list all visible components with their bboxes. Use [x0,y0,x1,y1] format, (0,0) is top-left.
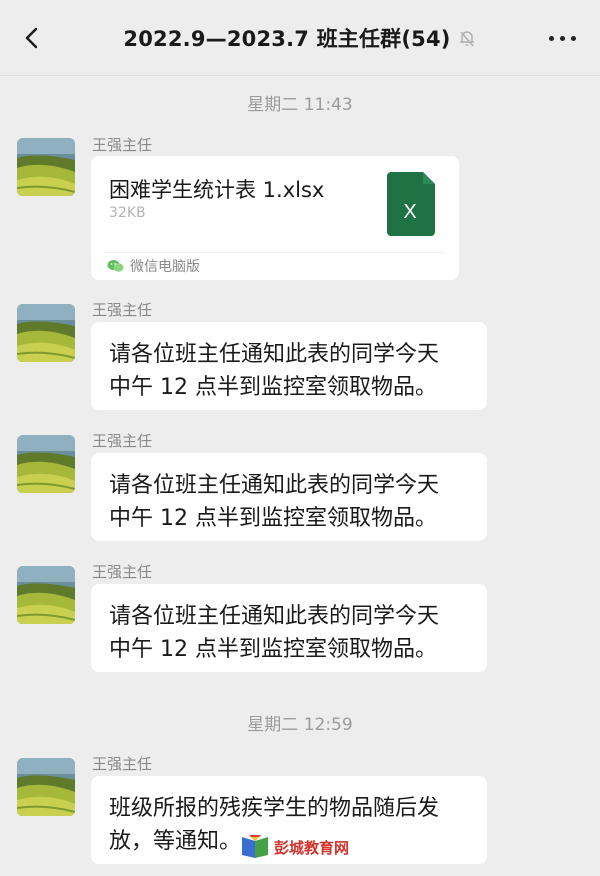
avatar[interactable] [17,435,75,493]
message-line: 请各位班主任通知此表的同学今天 [109,604,440,629]
chat-title: 2022.9—2023.7 班主任群(54) [123,26,451,51]
file-source-label: 微信电脑版 [130,259,200,275]
card-divider [105,252,445,253]
avatar[interactable] [17,138,75,196]
file-source: 微信电脑版 [107,256,200,276]
sender-name: 王强主任 [92,755,153,773]
sender-name: 王强主任 [92,301,153,319]
file-message-card[interactable]: 困难学生统计表 1.xlsx 32KB X 微信电脑版 [91,156,459,280]
sender-name: 王强主任 [92,432,153,450]
more-dots-icon[interactable] [549,36,576,41]
sender-name: 王强主任 [92,563,153,581]
message-line: 请各位班主任通知此表的同学今天 [109,342,440,367]
message-line: 中午 12 点半到监控室领取物品。 [109,375,437,400]
svg-text:X: X [403,201,416,223]
message-line: 请各位班主任通知此表的同学今天 [109,473,440,498]
sender-name: 王强主任 [92,136,153,154]
title-wrap: 2022.9—2023.7 班主任群(54) [123,23,476,53]
file-size: 32KB [109,205,146,221]
book-logo-icon [242,835,268,858]
watermark: 彭城教育网 [240,835,349,859]
timestamp: 星期二 12:59 [247,715,353,735]
message-line: 中午 12 点半到监控室领取物品。 [109,506,437,531]
timestamp: 星期二 11:43 [247,95,353,115]
chevron-left-icon[interactable] [22,27,44,49]
chat-header: 2022.9—2023.7 班主任群(54) [0,0,600,76]
avatar[interactable] [17,566,75,624]
excel-file-icon: X [387,172,435,236]
watermark-text: 彭城教育网 [274,838,350,857]
file-name: 困难学生统计表 1.xlsx [109,178,325,202]
avatar[interactable] [17,304,75,362]
message-line: 班级所报的残疾学生的物品随后发 [109,796,440,821]
bell-muted-icon [459,30,474,46]
wechat-logo-icon [107,260,124,272]
text-message-bubble[interactable]: 请各位班主任通知此表的同学今天 中午 12 点半到监控室领取物品。 [91,453,487,541]
text-message-bubble[interactable]: 请各位班主任通知此表的同学今天 中午 12 点半到监控室领取物品。 [91,322,487,410]
text-message-bubble[interactable]: 请各位班主任通知此表的同学今天 中午 12 点半到监控室领取物品。 [91,584,487,672]
message-line: 中午 12 点半到监控室领取物品。 [109,637,437,662]
avatar[interactable] [17,758,75,816]
